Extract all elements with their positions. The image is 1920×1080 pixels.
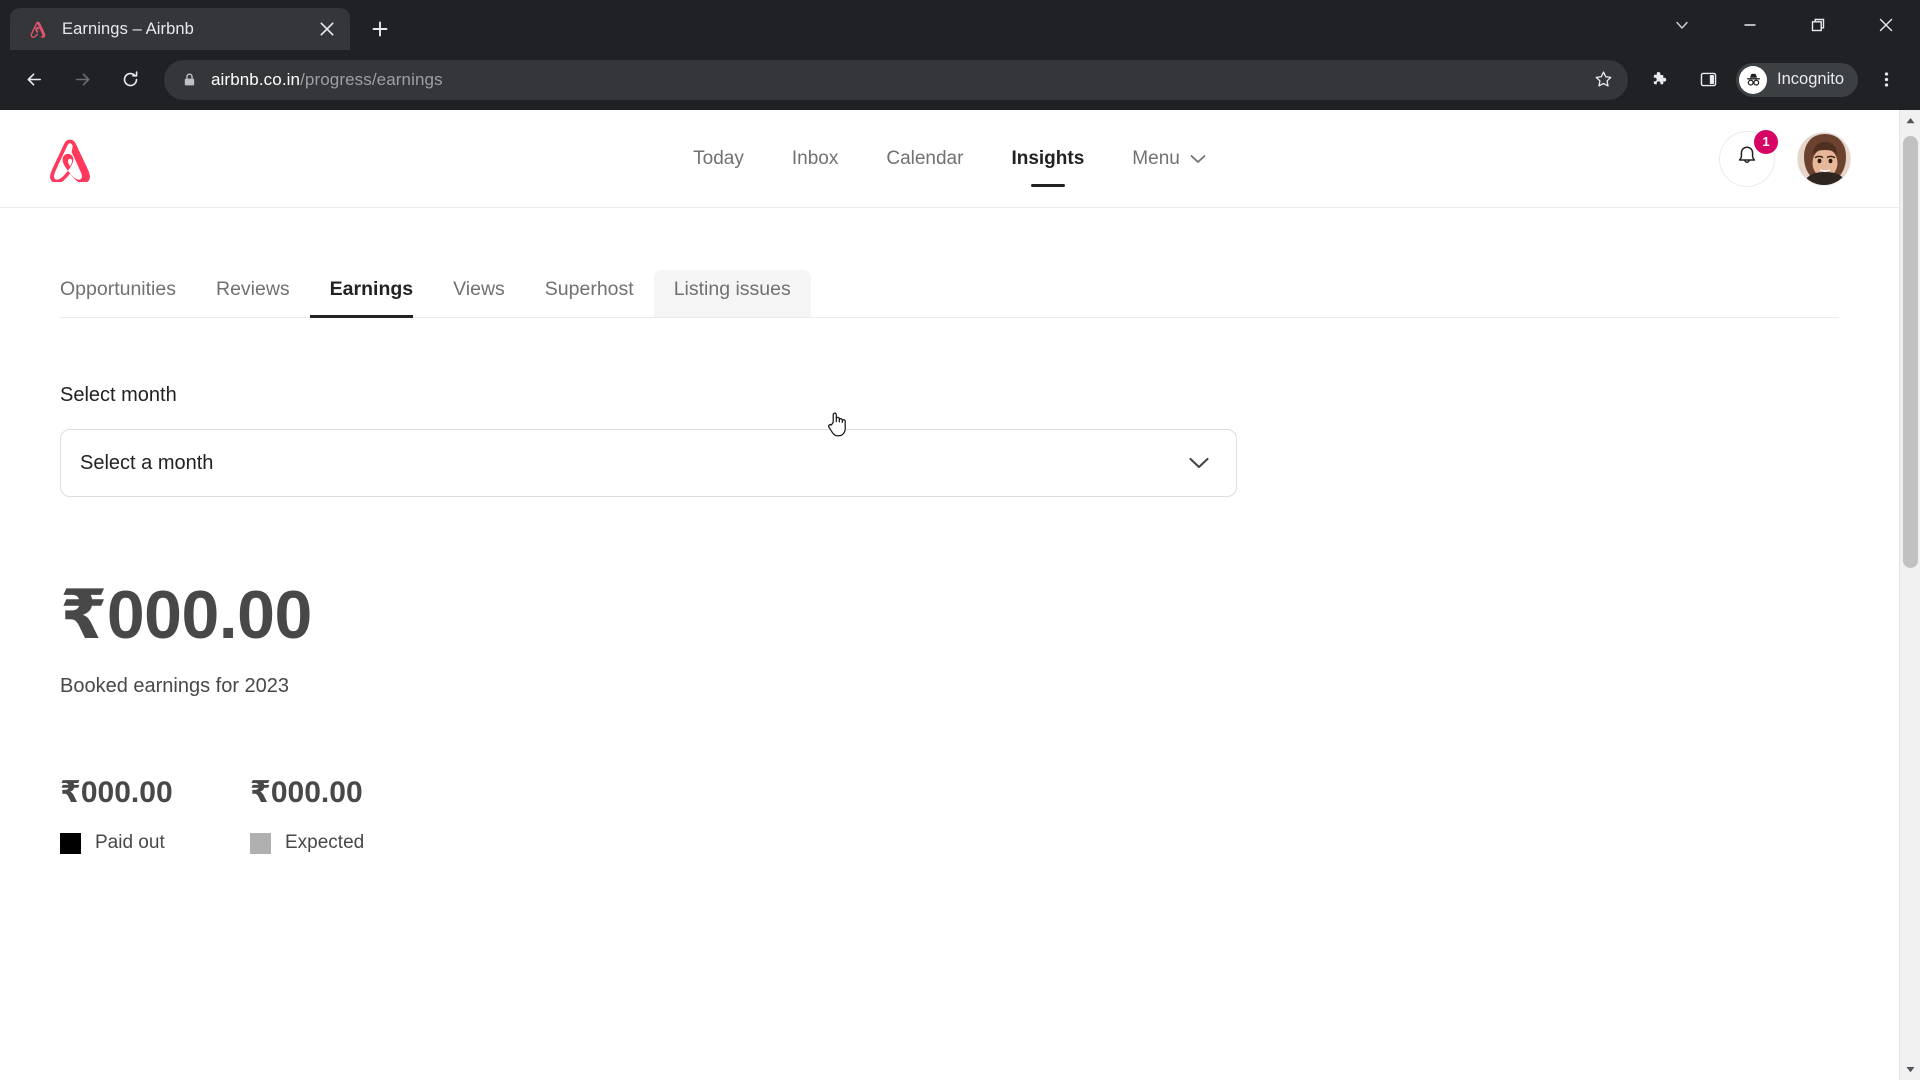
insights-tabs: Opportunities Reviews Earnings Views Sup… <box>60 260 1839 318</box>
nav-item-insights[interactable]: Insights <box>987 137 1108 181</box>
tab-title: Earnings – Airbnb <box>62 19 194 38</box>
address-bar[interactable]: airbnb.co.in/progress/earnings <box>164 59 1629 100</box>
tab-strip: Earnings – Airbnb <box>0 0 1920 50</box>
restore-icon[interactable] <box>1784 0 1852 50</box>
page-viewport: Today Inbox Calendar Insights Menu 1 Opp… <box>0 110 1920 1080</box>
puzzle-piece-icon[interactable] <box>1641 61 1679 99</box>
url-path: /progress/earnings <box>300 69 443 89</box>
nav-label: Inbox <box>791 147 839 169</box>
tab-label: Earnings <box>329 278 414 300</box>
select-month-value: Select a month <box>80 451 214 474</box>
expected-amount: ₹000.00 <box>250 776 363 809</box>
nav-item-calendar[interactable]: Calendar <box>862 137 987 181</box>
scroll-up-arrow-icon[interactable] <box>1900 110 1920 131</box>
select-month-dropdown[interactable]: Select a month <box>60 429 1237 497</box>
browser-tab[interactable]: Earnings – Airbnb <box>10 8 350 50</box>
tab-listing-issues[interactable]: Listing issues <box>653 270 811 317</box>
chevron-down-icon[interactable] <box>1648 0 1716 50</box>
scrollbar-thumb[interactable] <box>1903 136 1918 568</box>
browser-window: Earnings – Airbnb airbnb.co.in/progress/… <box>0 0 1920 1080</box>
booked-earnings-caption: Booked earnings for 2023 <box>60 675 290 697</box>
chevron-down-icon <box>1190 154 1206 164</box>
minimize-icon[interactable] <box>1716 0 1784 50</box>
tab-label: Views <box>453 278 505 300</box>
address-bar-text: airbnb.co.in/progress/earnings <box>211 70 1586 90</box>
tab-label: Listing issues <box>673 278 791 300</box>
tab-opportunities[interactable]: Opportunities <box>60 270 196 317</box>
tab-label: Reviews <box>215 278 290 300</box>
notification-badge: 1 <box>1754 129 1778 154</box>
lock-icon <box>182 72 197 87</box>
forward-arrow-icon[interactable] <box>63 61 101 99</box>
chevron-down-icon <box>1188 456 1210 470</box>
page-scrollbar[interactable] <box>1899 110 1920 1080</box>
expected-legend: Expected <box>250 832 440 854</box>
paid-out-label: Paid out <box>95 832 165 853</box>
expected-swatch <box>250 832 271 854</box>
tab-label: Opportunities <box>60 278 176 300</box>
scroll-down-arrow-icon[interactable] <box>1900 1059 1920 1080</box>
nav-item-today[interactable]: Today <box>669 137 768 181</box>
tab-views[interactable]: Views <box>433 270 525 317</box>
site-header: Today Inbox Calendar Insights Menu 1 <box>0 110 1899 208</box>
incognito-label: Incognito <box>1777 70 1844 88</box>
close-window-icon[interactable] <box>1852 0 1920 50</box>
airbnb-page: Today Inbox Calendar Insights Menu 1 Opp… <box>0 110 1899 1080</box>
url-host: airbnb.co.in <box>211 69 301 89</box>
notifications-button[interactable]: 1 <box>1719 129 1778 187</box>
incognito-indicator[interactable]: Incognito <box>1736 62 1858 97</box>
close-icon[interactable] <box>314 16 340 42</box>
tab-label: Superhost <box>544 278 634 300</box>
booked-earnings-amount: ₹000.00 <box>60 577 312 653</box>
plus-icon[interactable] <box>362 11 398 47</box>
breakdown-expected: ₹000.00 Expected <box>250 778 440 854</box>
main-nav: Today Inbox Calendar Insights Menu <box>0 137 1899 181</box>
side-panel-icon[interactable] <box>1689 61 1727 99</box>
reload-icon[interactable] <box>111 61 149 99</box>
browser-toolbar: airbnb.co.in/progress/earnings Incognito <box>0 50 1920 110</box>
back-arrow-icon[interactable] <box>15 61 53 99</box>
user-avatar[interactable] <box>1797 131 1851 186</box>
nav-label: Insights <box>1011 147 1085 169</box>
tab-superhost[interactable]: Superhost <box>525 270 654 317</box>
header-actions: 1 <box>1719 129 1851 187</box>
nav-item-inbox[interactable]: Inbox <box>768 137 862 181</box>
paid-out-legend: Paid out <box>60 832 250 854</box>
three-dot-menu-icon[interactable] <box>1867 61 1905 99</box>
nav-label: Menu <box>1132 147 1180 169</box>
expected-label: Expected <box>285 832 365 853</box>
tab-reviews[interactable]: Reviews <box>196 270 310 317</box>
nav-item-menu[interactable]: Menu <box>1108 137 1230 181</box>
airbnb-belo-icon <box>28 19 48 39</box>
select-month-label: Select month <box>60 384 177 406</box>
nav-label: Today <box>693 147 744 169</box>
breakdown-paid-out: ₹000.00 Paid out <box>60 778 250 854</box>
tab-earnings[interactable]: Earnings <box>309 270 433 318</box>
incognito-hat-icon <box>1739 65 1768 94</box>
paid-out-swatch <box>60 832 81 854</box>
earnings-breakdown: ₹000.00 Paid out ₹000.00 Expected <box>60 778 1839 854</box>
page-content: Opportunities Reviews Earnings Views Sup… <box>0 260 1899 854</box>
paid-out-amount: ₹000.00 <box>60 776 173 809</box>
nav-label: Calendar <box>886 147 964 169</box>
window-controls <box>1648 0 1920 50</box>
star-icon[interactable] <box>1586 63 1620 97</box>
